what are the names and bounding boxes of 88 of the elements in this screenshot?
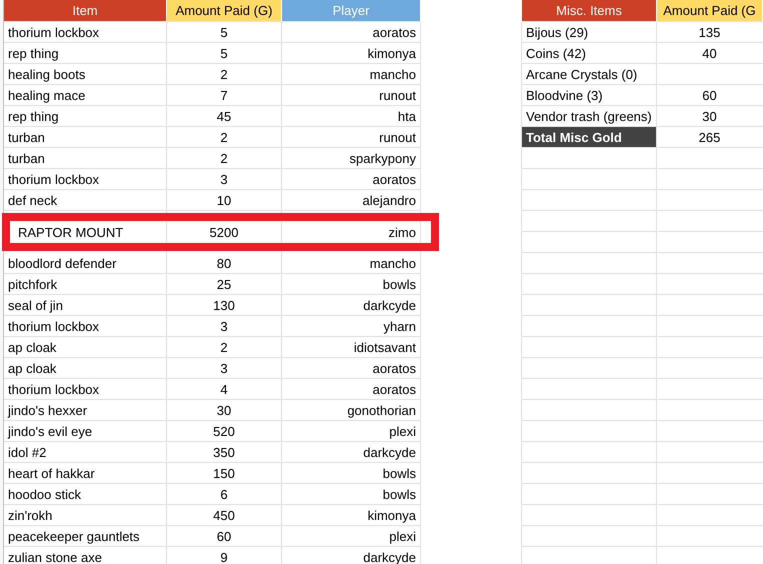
table-cell-text: zin'rokh <box>7 506 54 524</box>
table-cell-text: bowls <box>382 486 417 504</box>
table-cell-text: 5 <box>219 24 229 42</box>
table-cell-text: kimonya <box>366 506 417 525</box>
table-cell-text: plexi <box>388 528 417 546</box>
table-cell-text: darkcyde <box>362 548 417 564</box>
table-cell-text: 6 <box>219 486 229 504</box>
table-cell-text: 30 <box>701 108 718 126</box>
table-cell-text: 520 <box>212 422 236 440</box>
table-cell-text: aoratos <box>372 170 417 188</box>
table-cell-text: Bloodvine (3) <box>525 86 604 105</box>
table-cell-text: seal of jin <box>7 296 64 315</box>
table-cell-text: runout <box>378 128 417 146</box>
table-cell-text: thorium lockbox <box>7 170 100 188</box>
table-cell-text: heart of hakkar <box>7 464 96 482</box>
table-cell-text: darkcyde <box>362 296 417 315</box>
table-cell-text: pitchfork <box>7 276 58 294</box>
table-cell-text: mancho <box>368 254 417 272</box>
table-cell-text: hoodoo stick <box>7 486 82 504</box>
column-header: Player <box>282 0 421 22</box>
table-cell: Total Misc Gold <box>522 127 657 148</box>
table-cell-text: Bijous (29) <box>525 24 590 42</box>
table-cell-text: bloodlord defender <box>7 254 118 272</box>
table-cell-text: hta <box>396 108 417 126</box>
table-cell-text: 2 <box>219 150 229 168</box>
column-header: Amount Paid (G) <box>167 0 282 22</box>
table-cell-text: aoratos <box>372 360 417 378</box>
table-cell-text: sparkypony <box>348 150 417 168</box>
table-cell-text: ap cloak <box>7 360 58 378</box>
table-cell-text: 2 <box>219 66 229 84</box>
table-cell-text: 150 <box>212 464 236 482</box>
table-cell-text: rep thing <box>7 44 60 63</box>
table-cell-text: gonothorian <box>346 402 417 420</box>
table-cell-text: 60 <box>701 86 718 104</box>
table-cell-text: 130 <box>212 296 236 314</box>
table-cell-text: 3 <box>219 318 229 336</box>
table-cell-text: darkcyde <box>362 444 417 462</box>
table-cell-text: thorium lockbox <box>7 24 100 42</box>
table-cell-text: aoratos <box>372 24 417 42</box>
table-cell-text: 350 <box>212 444 236 462</box>
table-cell-text: Vendor trash (greens) <box>525 108 653 126</box>
table-cell-text: Arcane Crystals (0) <box>525 66 638 84</box>
table-cell-text: 3 <box>219 170 229 188</box>
table-cell-text: 7 <box>219 86 229 104</box>
table-cell-text: 30 <box>216 402 232 420</box>
table-cell-text: idol #2 <box>7 444 48 462</box>
table-cell-text: turban <box>7 128 46 146</box>
table-cell-text: peacekeeper gauntlets <box>7 528 141 546</box>
table-cell-text: 2 <box>219 338 229 356</box>
table-cell-text: 60 <box>216 528 232 546</box>
table-cell-text: 265 <box>698 128 722 146</box>
table-cell-text: idiotsavant <box>352 338 417 356</box>
table-cell-text: 2 <box>219 128 229 146</box>
table-cell-text: 25 <box>216 276 232 294</box>
table-cell-text: 80 <box>216 254 232 272</box>
table-cell-text: mancho <box>368 66 417 84</box>
column-header: Amount Paid (G <box>657 0 763 22</box>
table-cell-text: bowls <box>382 276 417 294</box>
table-cell-text: 3 <box>219 360 229 378</box>
table-cell-text: thorium lockbox <box>7 318 100 336</box>
table-cell-text: 9 <box>219 548 229 564</box>
table-cell-text: jindo's hexxer <box>6 402 88 420</box>
table-cell-text: turban <box>7 150 46 168</box>
table-cell-text: 450 <box>212 506 236 524</box>
column-header: Misc. Items <box>522 0 657 22</box>
table-cell-text: 10 <box>216 192 232 210</box>
column-header: Item <box>4 0 167 22</box>
table-cell-text: alejandro <box>362 192 417 210</box>
table-cell-text: jindo's evil eye <box>6 422 94 441</box>
table-cell-text: kimonya <box>366 44 417 63</box>
table-cell-text: runout <box>378 86 417 104</box>
table-cell-text: Coins (42) <box>525 44 587 63</box>
table-cell-text: 5 <box>219 44 229 62</box>
table-cell-text: def neck <box>7 192 58 210</box>
table-cell-text: plexi <box>388 422 417 441</box>
table-cell-text: healing boots <box>7 66 86 84</box>
table-cell-text: 135 <box>698 24 722 42</box>
table-cell-text: rep thing <box>7 108 60 126</box>
table-cell-text: thorium lockbox <box>7 380 100 398</box>
table-cell-text: zulian stone axe <box>7 548 103 564</box>
table-cell-text: ap cloak <box>7 338 58 357</box>
table-cell-text: yharn <box>382 318 417 336</box>
table-cell-text: bowls <box>382 464 417 482</box>
table-cell-text: aoratos <box>372 380 417 398</box>
table-cell-text: healing mace <box>7 86 86 105</box>
table-cell-text: 45 <box>216 108 232 126</box>
table-cell-text: 4 <box>219 380 229 398</box>
table-cell-text: 40 <box>701 44 718 62</box>
